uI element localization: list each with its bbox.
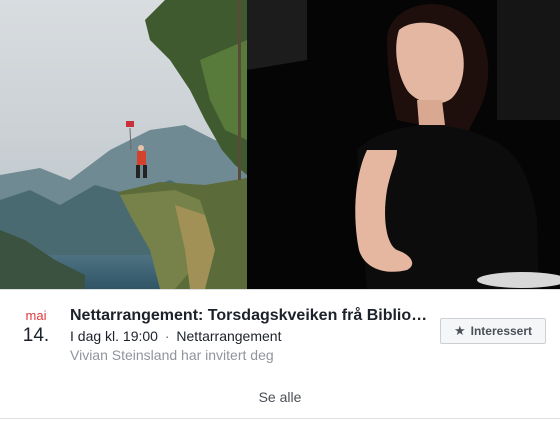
cover-photo-portrait (247, 0, 560, 289)
event-meta: I dag kl. 19:00 · Nettarrangement (70, 327, 281, 345)
event-day: 14. (22, 325, 50, 346)
event-title[interactable]: Nettarrangement: Torsdagskveiken frå Bib… (70, 306, 430, 326)
interested-button[interactable]: ★ Interessert (440, 318, 546, 344)
star-icon: ★ (453, 323, 466, 338)
cover-photo-fjord (0, 0, 247, 289)
event-location: Nettarrangement (176, 328, 282, 344)
divider (0, 418, 560, 419)
event-time: I dag kl. 19:00 (70, 328, 158, 344)
interested-label: Interessert (470, 324, 533, 338)
event-card: mai 14. Nettarrangement: Torsdagskveiken… (0, 289, 560, 420)
meta-separator: · (164, 328, 170, 344)
event-cover-image[interactable] (0, 0, 560, 289)
see-all-link[interactable]: Se alle (0, 389, 560, 405)
event-invited-by: Vivian Steinsland har invitert deg (70, 347, 274, 363)
event-month: mai (25, 308, 47, 323)
event-date: mai 14. (18, 308, 54, 348)
